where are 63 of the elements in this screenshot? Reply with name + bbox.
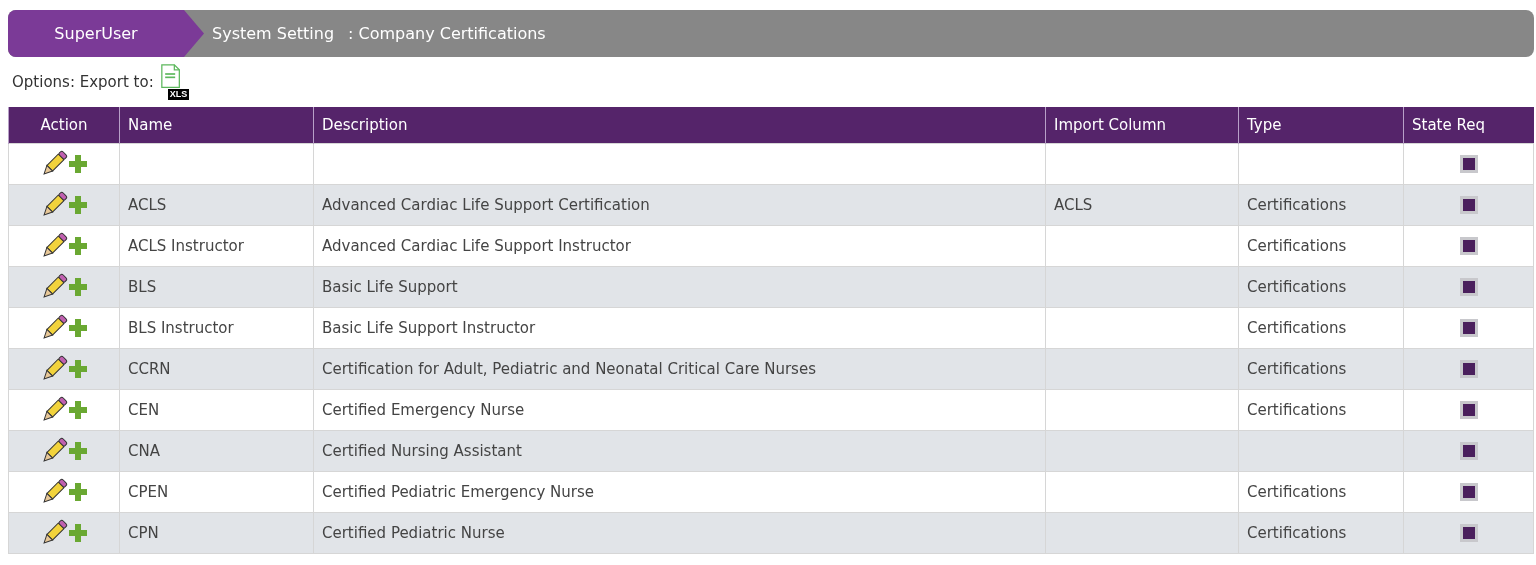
checkbox[interactable] [1459, 360, 1478, 379]
table-cell: Certified Pediatric Nurse [322, 524, 505, 542]
pencil-icon[interactable] [40, 396, 68, 424]
pencil-icon[interactable] [40, 355, 68, 383]
page-title: : Company Certifications [348, 24, 546, 43]
checkbox[interactable] [1459, 237, 1478, 256]
pencil-icon[interactable] [40, 437, 68, 465]
column-header[interactable]: Action [8, 107, 120, 144]
column-header[interactable]: Import Column [1045, 107, 1239, 144]
plus-icon[interactable] [68, 318, 88, 338]
table-cell: BLS [128, 278, 157, 296]
table-cell: Certifications [1247, 278, 1347, 296]
table-cell: CPEN [128, 483, 169, 501]
table-cell: BLS Instructor [128, 319, 234, 337]
table-cell: Certifications [1247, 524, 1347, 542]
table-cell: Certified Emergency Nurse [322, 401, 525, 419]
table-cell: Certified Nursing Assistant [322, 442, 522, 460]
table-cell: Certifications [1247, 360, 1347, 378]
column-header[interactable]: Name [119, 107, 314, 144]
pencil-icon[interactable] [40, 519, 68, 547]
plus-icon[interactable] [68, 400, 88, 420]
table-cell: ACLS [1054, 196, 1093, 214]
plus-icon[interactable] [68, 482, 88, 502]
table-cell: CCRN [128, 360, 171, 378]
export-xls-button[interactable]: XLS [157, 64, 194, 100]
table-cell: Basic Life Support [322, 278, 458, 296]
column-header[interactable]: Description [313, 107, 1046, 144]
table-cell: Certifications [1247, 401, 1347, 419]
pencil-icon[interactable] [40, 273, 68, 301]
table-cell: Certifications [1247, 483, 1347, 501]
checkbox[interactable] [1459, 524, 1478, 543]
table-cell: Basic Life Support Instructor [322, 319, 536, 337]
column-header[interactable]: State Req [1403, 107, 1534, 144]
table-cell: CNA [128, 442, 160, 460]
table-cell: Certification for Adult, Pediatric and Neonatal Critical Care Nurses [322, 360, 816, 378]
table-cell: ACLS Instructor [128, 237, 244, 255]
checkbox[interactable] [1459, 196, 1478, 215]
checkbox[interactable] [1459, 442, 1478, 461]
plus-icon[interactable] [68, 236, 88, 256]
table-cell: CEN [128, 401, 160, 419]
pencil-icon[interactable] [40, 314, 68, 342]
options-label: Options: Export to: [12, 73, 154, 91]
table-cell: Certifications [1247, 196, 1347, 214]
plus-icon[interactable] [68, 154, 88, 174]
pencil-icon[interactable] [40, 191, 68, 219]
checkbox[interactable] [1459, 155, 1478, 174]
table-cell: ACLS [128, 196, 167, 214]
column-header[interactable]: Type [1238, 107, 1404, 144]
table-cell: Advanced Cardiac Life Support Certification [322, 196, 650, 214]
checkbox[interactable] [1459, 483, 1478, 502]
checkbox[interactable] [1459, 319, 1478, 338]
table-cell: Advanced Cardiac Life Support Instructor [322, 237, 631, 255]
table-cell: Certifications [1247, 319, 1347, 337]
table-cell: Certified Pediatric Emergency Nurse [322, 483, 595, 501]
breadcrumb-section[interactable]: System Setting [212, 24, 335, 43]
table-cell: CPN [128, 524, 159, 542]
pencil-icon[interactable] [40, 478, 68, 506]
pencil-icon[interactable] [40, 232, 68, 260]
checkbox[interactable] [1459, 401, 1478, 420]
pencil-icon[interactable] [40, 150, 68, 178]
table-cell: Certifications [1247, 237, 1347, 255]
breadcrumb-root[interactable]: SuperUser [8, 10, 204, 57]
checkbox[interactable] [1459, 278, 1478, 297]
